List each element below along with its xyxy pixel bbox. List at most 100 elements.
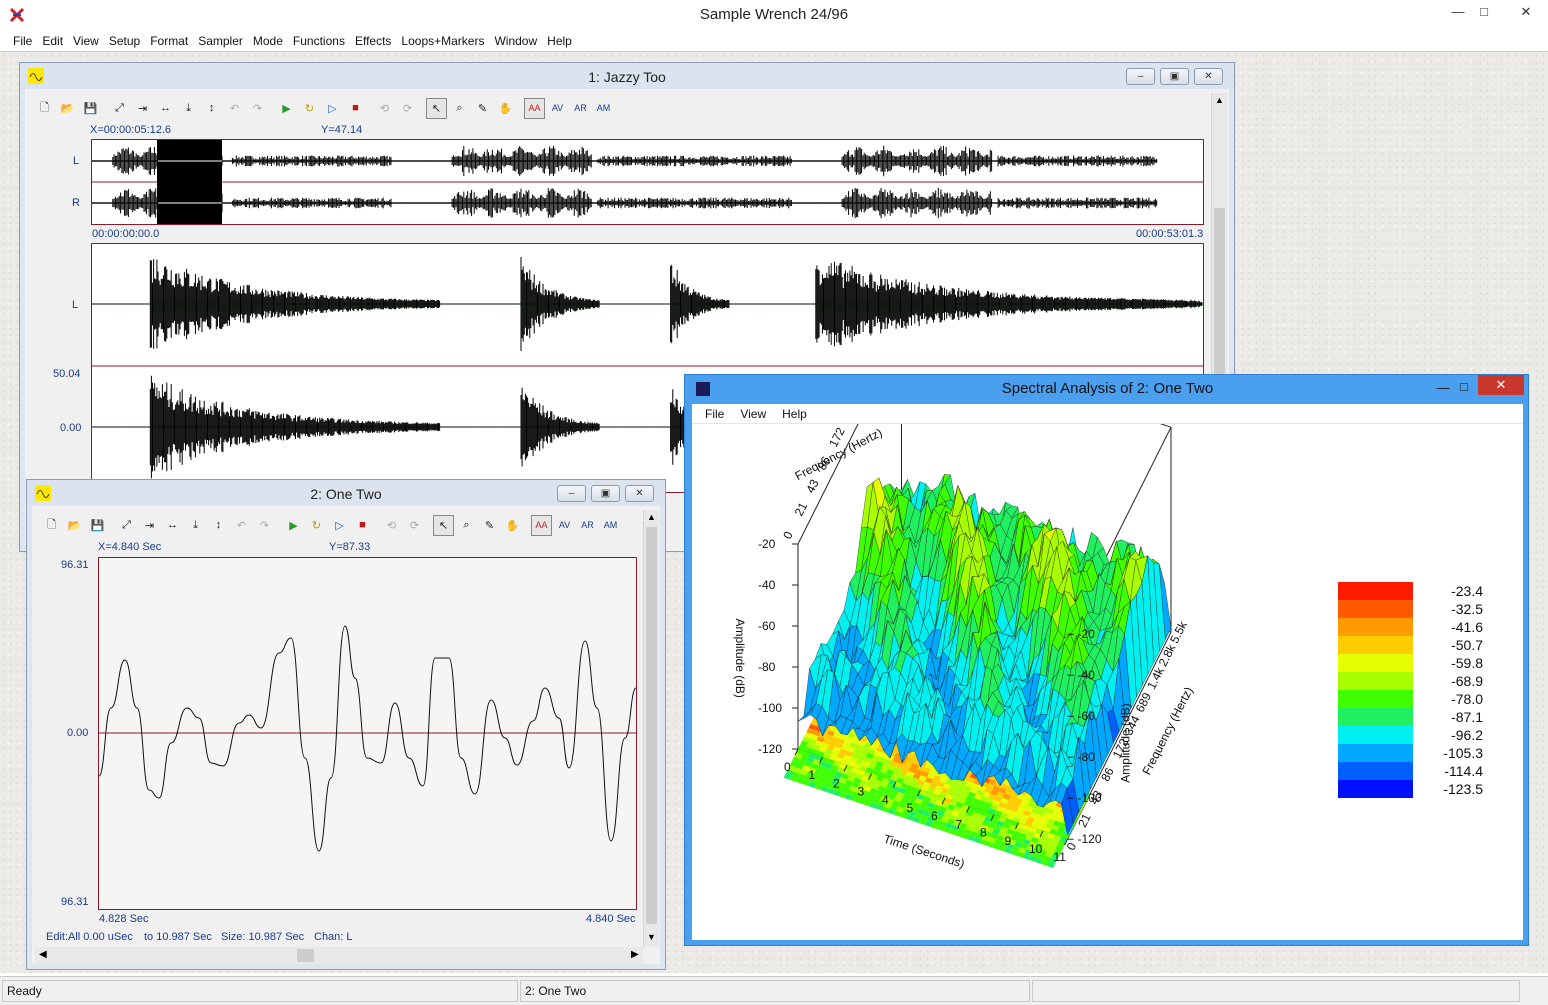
hand-icon[interactable]: ✋ (502, 515, 523, 536)
menu-mode[interactable]: Mode (248, 31, 288, 51)
freq-tick-label-back: 43 (803, 477, 822, 496)
amp-v-icon[interactable]: AV (547, 98, 568, 119)
play-selection-icon[interactable]: ▷ (322, 98, 343, 119)
open-folder-icon[interactable]: 📂 (57, 98, 78, 119)
spectral-maximize-button[interactable]: □ (1450, 377, 1478, 397)
new-file-icon[interactable]: 🗋 (41, 515, 62, 536)
zoom-in-h-icon[interactable]: ⇥ (132, 98, 153, 119)
hand-icon[interactable]: ✋ (495, 98, 516, 119)
minimize-button[interactable]: — (1444, 2, 1472, 22)
zoom-out-h-icon[interactable]: ↔ (155, 98, 176, 119)
menu-help[interactable]: Help (542, 31, 577, 51)
redo-icon[interactable]: ⟳ (404, 515, 425, 536)
amp-a-icon[interactable]: AA (531, 514, 552, 536)
zoom-in-h-icon[interactable]: ⇥ (139, 515, 160, 536)
spectral-menu-view[interactable]: View (735, 404, 771, 423)
menu-edit[interactable]: Edit (37, 31, 68, 51)
spectral-3d-plot[interactable]: 0123456789101101234567891011021438617234… (692, 307, 1523, 940)
selection-region[interactable] (157, 140, 222, 224)
spectral-window-title[interactable]: Spectral Analysis of 2: One Two (685, 380, 1530, 397)
zoom-full-icon[interactable]: ⤢ (116, 515, 137, 536)
save-icon[interactable]: 💾 (80, 98, 101, 119)
zoom-in-v-icon[interactable]: ⤓ (178, 98, 199, 119)
window-restore-button[interactable]: ▣ (1160, 68, 1189, 85)
pointer-icon[interactable]: ↖ (433, 514, 454, 536)
window-minimize-button[interactable]: – (557, 485, 586, 502)
undo-icon[interactable]: ⟲ (374, 98, 395, 119)
window-minimize-button[interactable]: – (1126, 68, 1155, 85)
play-loop-icon[interactable]: ↻ (306, 515, 327, 536)
scroll-left-icon[interactable]: ◀ (39, 949, 47, 960)
play-all-icon[interactable]: ▶ (276, 98, 297, 119)
menu-file[interactable]: File (8, 31, 37, 51)
amp-m-icon[interactable]: AM (593, 98, 614, 119)
spectral-close-button[interactable]: ✕ (1478, 375, 1524, 395)
magnify-icon[interactable]: ⌕ (449, 98, 470, 119)
pencil-icon[interactable]: ✎ (479, 515, 500, 536)
window-close-button[interactable]: ✕ (625, 485, 654, 502)
scroll-thumb-h[interactable] (297, 949, 314, 962)
amp-tick-label-right: -80 (1078, 750, 1096, 764)
scroll-up-icon[interactable]: ▲ (647, 512, 656, 522)
scroll-right-icon[interactable]: ▶ (631, 949, 639, 960)
close-button[interactable]: ✕ (1512, 2, 1540, 22)
window-close-button[interactable]: ✕ (1194, 68, 1223, 85)
redo-zoom-icon[interactable]: ↷ (254, 515, 275, 536)
window-restore-button[interactable]: ▣ (591, 485, 620, 502)
undo-icon[interactable]: ⟲ (381, 515, 402, 536)
open-folder-icon[interactable]: 📂 (64, 515, 85, 536)
zoom-in-v-icon[interactable]: ⤓ (185, 515, 206, 536)
waveform[interactable] (98, 558, 637, 909)
wave-track[interactable] (98, 557, 637, 910)
amp-tick-label-left: -60 (758, 619, 776, 633)
menu-functions[interactable]: Functions (288, 31, 350, 51)
amp-r-icon[interactable]: AR (570, 98, 591, 119)
legend-label: -50.7 (1451, 637, 1483, 653)
redo-zoom-icon[interactable]: ↷ (247, 98, 268, 119)
pointer-icon[interactable]: ↖ (426, 97, 447, 119)
zoom-full-icon[interactable]: ⤢ (109, 98, 130, 119)
redo-icon[interactable]: ⟳ (397, 98, 418, 119)
overview-track[interactable] (91, 139, 1204, 225)
play-loop-icon[interactable]: ↻ (299, 98, 320, 119)
menu-setup[interactable]: Setup (104, 31, 145, 51)
amp-a-icon[interactable]: AA (524, 97, 545, 119)
stop-icon[interactable]: ■ (352, 515, 373, 536)
overview-waveform[interactable] (91, 140, 1203, 224)
menu-window[interactable]: Window (489, 31, 542, 51)
window-title-bar[interactable]: 1: Jazzy Too – ▣ ✕ (20, 63, 1234, 89)
legend-label: -78.0 (1451, 691, 1483, 707)
magnify-icon[interactable]: ⌕ (456, 515, 477, 536)
menu-view[interactable]: View (68, 31, 104, 51)
window-title-bar[interactable]: 2: One Two – ▣ ✕ (27, 480, 665, 506)
save-icon[interactable]: 💾 (87, 515, 108, 536)
scroll-down-icon[interactable]: ▼ (647, 932, 656, 942)
legend-swatch (1338, 636, 1413, 654)
maximize-button[interactable]: □ (1470, 2, 1498, 22)
menu-sampler[interactable]: Sampler (193, 31, 248, 51)
amp-m-icon[interactable]: AM (600, 515, 621, 536)
amp-r-icon[interactable]: AR (577, 515, 598, 536)
play-all-icon[interactable]: ▶ (283, 515, 304, 536)
menu-effects[interactable]: Effects (350, 31, 396, 51)
spectral-menu-file[interactable]: File (700, 404, 729, 423)
new-file-icon[interactable]: 🗋 (34, 98, 55, 119)
vertical-scrollbar[interactable]: ▲ ▼ (643, 510, 659, 947)
scroll-thumb[interactable] (646, 527, 657, 924)
menu-format[interactable]: Format (145, 31, 193, 51)
zoom-out-h-icon[interactable]: ↔ (162, 515, 183, 536)
undo-zoom-icon[interactable]: ↶ (224, 98, 245, 119)
menu-loops-markers[interactable]: Loops+Markers (396, 31, 489, 51)
scroll-up-icon[interactable]: ▲ (1215, 95, 1224, 105)
amp-v-icon[interactable]: AV (554, 515, 575, 536)
pencil-icon[interactable]: ✎ (472, 98, 493, 119)
stop-icon[interactable]: ■ (345, 98, 366, 119)
zoom-out-v-icon[interactable]: ↕ (208, 515, 229, 536)
horizontal-scrollbar[interactable]: ◀ ▶ (35, 947, 643, 964)
zoom-out-v-icon[interactable]: ↕ (201, 98, 222, 119)
legend-label: -68.9 (1451, 673, 1483, 689)
spectral-menu-help[interactable]: Help (777, 404, 812, 423)
play-selection-icon[interactable]: ▷ (329, 515, 350, 536)
spectral-plot-area[interactable]: 0123456789101101234567891011021438617234… (692, 307, 1523, 940)
undo-zoom-icon[interactable]: ↶ (231, 515, 252, 536)
